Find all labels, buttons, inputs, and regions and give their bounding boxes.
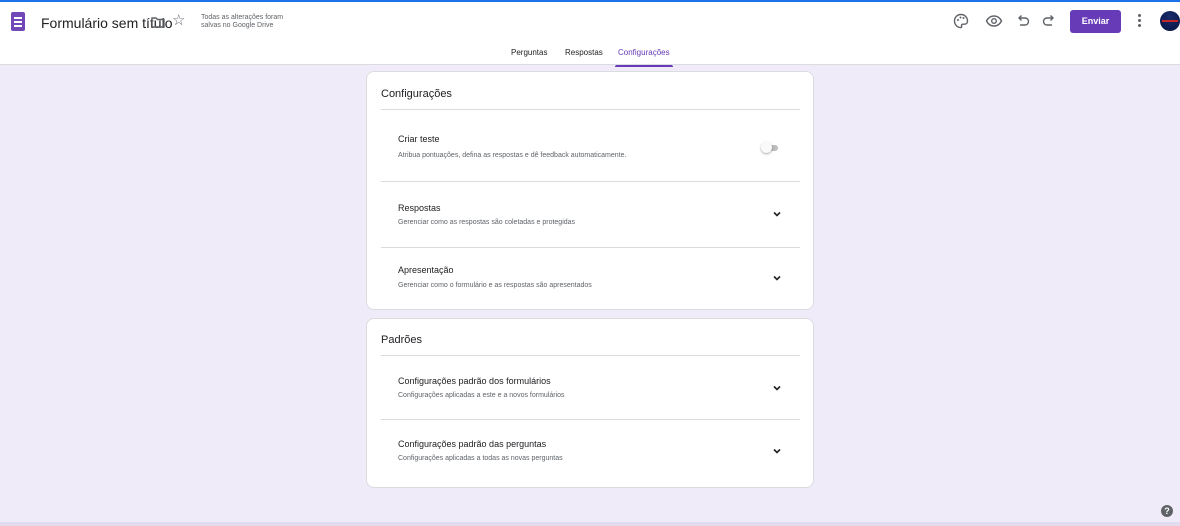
chevron-down-icon[interactable] (772, 383, 782, 393)
defaults-card-title: Padrões (381, 334, 422, 346)
tab-respostas[interactable]: Respostas (565, 48, 603, 67)
redo-icon[interactable] (1040, 12, 1058, 30)
send-button[interactable]: Enviar (1070, 10, 1121, 33)
preview-eye-icon[interactable] (985, 12, 1003, 30)
forms-logo-icon[interactable] (11, 12, 25, 31)
star-icon[interactable]: ☆ (172, 13, 185, 28)
section-respostas[interactable]: Respostas Gerenciar como as respostas sã… (367, 182, 813, 247)
settings-card-title: Configurações (381, 88, 452, 100)
section-description: Atribua pontuações, defina as respostas … (398, 152, 627, 159)
help-icon[interactable]: ? (1161, 505, 1173, 517)
quiz-toggle[interactable] (761, 142, 779, 154)
save-status-line2: salvas no Google Drive (201, 22, 274, 29)
section-title: Respostas (398, 203, 441, 213)
save-status-line1: Todas as alterações foram (201, 14, 284, 21)
section-description: Gerenciar como o formulário e as respost… (398, 282, 592, 289)
palette-icon[interactable] (952, 12, 970, 30)
section-description: Gerenciar como as respostas são coletada… (398, 219, 576, 226)
defaults-card: Padrões Configurações padrão dos formulá… (366, 318, 814, 488)
chevron-down-icon[interactable] (772, 273, 782, 283)
tab-perguntas[interactable]: Perguntas (511, 48, 547, 67)
undo-icon[interactable] (1014, 12, 1032, 30)
section-description: Configurações aplicadas a este e a novos… (398, 392, 565, 399)
section-title: Configurações padrão das perguntas (398, 439, 547, 449)
section-apresentacao[interactable]: Apresentação Gerenciar como o formulário… (367, 248, 813, 310)
section-question-defaults[interactable]: Configurações padrão das perguntas Confi… (367, 420, 813, 487)
section-criar-teste[interactable]: Criar teste Atribua pontuações, defina a… (367, 110, 813, 181)
save-status: Todas as alterações foram salvas no Goog… (201, 14, 311, 30)
bottom-edge (0, 522, 1180, 526)
top-bar: Formulário sem título ☆ Todas as alteraç… (0, 0, 1180, 67)
title-row: Formulário sem título ☆ Todas as alteraç… (0, 2, 1180, 44)
more-vert-icon[interactable] (1136, 13, 1142, 29)
avatar[interactable] (1160, 11, 1180, 31)
section-description: Configurações aplicadas a todas as novas… (398, 455, 563, 462)
section-form-defaults[interactable]: Configurações padrão dos formulários Con… (367, 356, 813, 419)
tab-bar: Perguntas Respostas Configurações (0, 48, 1180, 67)
section-title: Criar teste (398, 134, 440, 144)
section-title: Configurações padrão dos formulários (398, 376, 551, 386)
folder-icon[interactable] (151, 17, 165, 28)
chevron-down-icon[interactable] (772, 209, 782, 219)
tab-configuracoes[interactable]: Configurações (615, 48, 673, 67)
settings-card: Configurações Criar teste Atribua pontua… (366, 71, 814, 310)
chevron-down-icon[interactable] (772, 446, 782, 456)
section-title: Apresentação (398, 265, 454, 275)
